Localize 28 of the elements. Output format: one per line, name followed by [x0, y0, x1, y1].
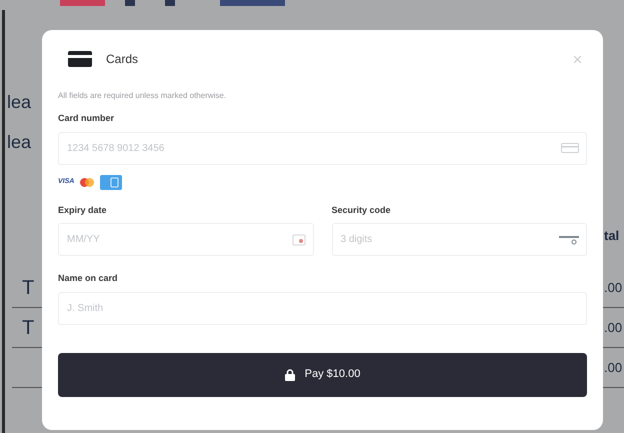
card-back-icon	[559, 234, 579, 244]
lock-icon	[284, 368, 295, 380]
input-field[interactable]: J. Smith	[58, 292, 587, 324]
pay-button[interactable]: Pay $10.00	[58, 352, 587, 396]
page-text: lea	[7, 131, 32, 154]
input-field[interactable]: 1234 5678 9012 3456	[58, 132, 587, 164]
field-label: Name on card	[58, 272, 119, 285]
table-cell-text: .00	[604, 358, 624, 377]
table-cell-text: T	[22, 276, 34, 300]
table-cell-text: T	[22, 316, 34, 340]
field-label: Security code	[332, 204, 392, 217]
input-field[interactable]: MM/YY	[58, 223, 314, 256]
card-brand-icon	[100, 174, 122, 190]
field-label: Card number	[58, 112, 116, 125]
close-icon	[574, 56, 581, 62]
field-label: Expiry date	[58, 204, 108, 217]
card-icon	[561, 143, 579, 153]
input-field[interactable]: 3 digits	[332, 223, 587, 256]
credit-card-icon	[68, 51, 92, 67]
mastercard-icon	[80, 178, 94, 186]
dialog-title: Cards	[106, 51, 138, 68]
calendar-icon	[292, 234, 306, 246]
close-button[interactable]	[574, 56, 581, 62]
table-cell-text: .00	[604, 318, 624, 337]
required-note: All fields are required unless marked otherwise.	[58, 90, 228, 102]
page-text: lea	[7, 91, 32, 114]
table-cell-text: .00	[604, 278, 624, 297]
column-header: tal	[604, 227, 620, 245]
